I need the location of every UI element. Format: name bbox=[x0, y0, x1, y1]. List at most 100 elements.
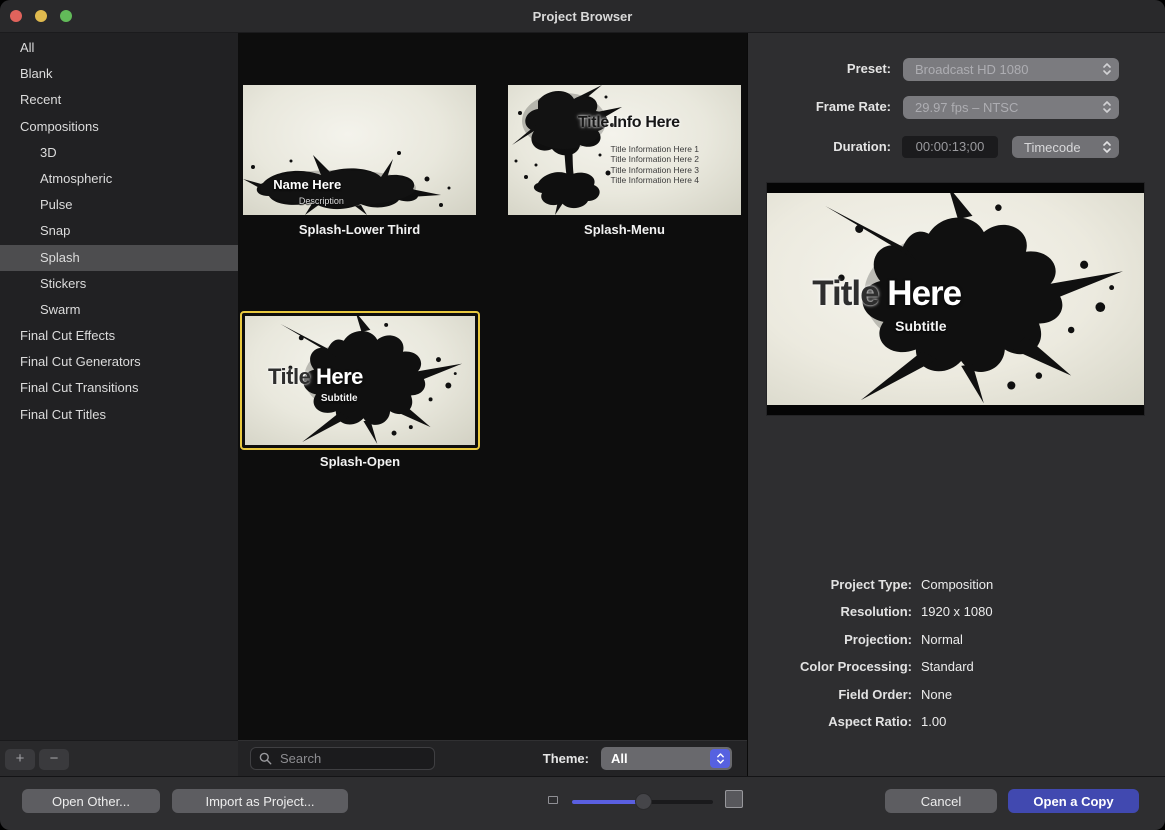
splash-open-title-text: Title Here bbox=[268, 364, 363, 390]
inspector-panel: Preset: Broadcast HD 1080 Frame Rate: 29… bbox=[747, 33, 1165, 776]
template-card-splash-lower-third[interactable]: Name Here Description bbox=[243, 85, 476, 215]
project-browser-window: Project Browser All Blank Recent Composi… bbox=[0, 0, 1165, 830]
info-row-projection: Projection: Normal bbox=[748, 626, 1165, 653]
splash-open-title-word1: Title bbox=[268, 364, 310, 389]
sidebar-item-all[interactable]: All bbox=[0, 35, 238, 61]
sidebar-item-final-cut-titles[interactable]: Final Cut Titles bbox=[0, 402, 238, 428]
info-label: Resolution: bbox=[748, 598, 912, 625]
info-label: Aspect Ratio: bbox=[748, 708, 912, 735]
cancel-button[interactable]: Cancel bbox=[885, 789, 997, 813]
sidebar-item-3d[interactable]: 3D bbox=[0, 140, 238, 166]
theme-selected-value: All bbox=[611, 751, 628, 766]
remove-category-button[interactable]: − bbox=[39, 749, 69, 770]
preset-select[interactable]: Broadcast HD 1080 bbox=[903, 58, 1119, 81]
browser-footer: Theme: All bbox=[238, 740, 747, 776]
chevron-up-down-icon bbox=[1102, 62, 1112, 79]
sidebar-item-final-cut-generators[interactable]: Final Cut Generators bbox=[0, 349, 238, 375]
thumbnail-size-slider-thumb[interactable] bbox=[635, 793, 652, 810]
frame-rate-select[interactable]: 29.97 fps – NTSC bbox=[903, 96, 1119, 119]
fullscreen-window-button[interactable] bbox=[60, 10, 72, 22]
minimize-window-button[interactable] bbox=[35, 10, 47, 22]
template-grid: Name Here Description Splash-Lower Third bbox=[238, 33, 747, 776]
sidebar-item-atmospheric[interactable]: Atmospheric bbox=[0, 166, 238, 192]
duration-label: Duration: bbox=[748, 139, 891, 154]
preview-title-word2: Here bbox=[887, 274, 961, 313]
sidebar-item-recent[interactable]: Recent bbox=[0, 87, 238, 113]
info-label: Color Processing: bbox=[748, 653, 912, 680]
frame-rate-label: Frame Rate: bbox=[748, 99, 891, 114]
template-preview: Title Here Subtitle bbox=[767, 183, 1144, 415]
sidebar-item-blank[interactable]: Blank bbox=[0, 61, 238, 87]
search-field[interactable] bbox=[250, 747, 435, 770]
ink-splat-lower-third-graphic bbox=[243, 85, 476, 215]
chevron-up-down-icon bbox=[710, 749, 730, 768]
splash-menu-line-1: Title Information Here 1 bbox=[611, 144, 700, 155]
sidebar-footer: + − bbox=[0, 740, 238, 776]
small-thumbnail-size-icon bbox=[548, 796, 558, 804]
info-value: Composition bbox=[921, 571, 993, 598]
info-row-field-order: Field Order: None bbox=[748, 681, 1165, 708]
sidebar-item-final-cut-transitions[interactable]: Final Cut Transitions bbox=[0, 375, 238, 401]
splash-open-title-word2: Here bbox=[316, 364, 363, 389]
category-sidebar: All Blank Recent Compositions 3D Atmosph… bbox=[0, 33, 238, 776]
splash-lower-third-name-text: Name Here bbox=[273, 177, 341, 192]
splash-lower-third-description-text: Description bbox=[299, 196, 344, 206]
template-card-splash-menu[interactable]: Title Info Here Title Information Here 1… bbox=[508, 85, 741, 215]
preview-title-word1: Title bbox=[812, 274, 878, 313]
splash-menu-line-4: Title Information Here 4 bbox=[611, 175, 700, 186]
timecode-unit-select[interactable]: Timecode bbox=[1012, 136, 1119, 158]
info-row-aspect-ratio: Aspect Ratio: 1.00 bbox=[748, 708, 1165, 735]
template-label-splash-lower-third: Splash-Lower Third bbox=[243, 222, 476, 237]
sidebar-item-splash[interactable]: Splash bbox=[0, 245, 238, 271]
preview-image: Title Here Subtitle bbox=[767, 193, 1144, 405]
info-value: Normal bbox=[921, 626, 963, 653]
search-icon bbox=[259, 752, 272, 765]
info-value: Standard bbox=[921, 653, 974, 680]
chevron-up-down-icon bbox=[1102, 140, 1112, 157]
template-card-splash-open-selected[interactable]: Title Here Subtitle bbox=[240, 311, 480, 450]
timecode-selected-value: Timecode bbox=[1024, 140, 1081, 155]
preview-subtitle-text: Subtitle bbox=[895, 318, 946, 334]
splash-open-subtitle-text: Subtitle bbox=[321, 393, 358, 404]
thumbnail-image-splash-open: Title Here Subtitle bbox=[245, 316, 475, 445]
splash-menu-line-3: Title Information Here 3 bbox=[611, 165, 700, 176]
add-category-button[interactable]: + bbox=[5, 749, 35, 770]
letterbox-bar-bottom bbox=[767, 405, 1144, 415]
frame-rate-selected-value: 29.97 fps – NTSC bbox=[915, 100, 1018, 115]
open-other-button[interactable]: Open Other... bbox=[22, 789, 160, 813]
sidebar-item-swarm[interactable]: Swarm bbox=[0, 297, 238, 323]
preset-label: Preset: bbox=[748, 61, 891, 76]
import-as-project-button[interactable]: Import as Project... bbox=[172, 789, 348, 813]
search-input[interactable] bbox=[278, 750, 426, 767]
info-label: Field Order: bbox=[748, 681, 912, 708]
splash-menu-title-text: Title Info Here bbox=[578, 114, 680, 132]
dialog-footer: Open Other... Import as Project... Cance… bbox=[0, 776, 1165, 830]
info-row-resolution: Resolution: 1920 x 1080 bbox=[748, 598, 1165, 625]
duration-field[interactable]: 00:00:13;00 bbox=[902, 136, 998, 158]
splash-menu-lines-text: Title Information Here 1 Title Informati… bbox=[611, 144, 700, 186]
theme-label: Theme: bbox=[543, 741, 589, 777]
close-window-button[interactable] bbox=[10, 10, 22, 22]
preset-selected-value: Broadcast HD 1080 bbox=[915, 62, 1028, 77]
info-label: Projection: bbox=[748, 626, 912, 653]
traffic-lights bbox=[10, 10, 72, 22]
sidebar-item-pulse[interactable]: Pulse bbox=[0, 192, 238, 218]
letterbox-bar-top bbox=[767, 183, 1144, 193]
open-a-copy-button[interactable]: Open a Copy bbox=[1008, 789, 1139, 813]
info-value: 1920 x 1080 bbox=[921, 598, 993, 625]
template-label-splash-open: Splash-Open bbox=[240, 454, 480, 469]
sidebar-item-final-cut-effects[interactable]: Final Cut Effects bbox=[0, 323, 238, 349]
template-label-splash-menu: Splash-Menu bbox=[508, 222, 741, 237]
sidebar-item-snap[interactable]: Snap bbox=[0, 218, 238, 244]
info-value: None bbox=[921, 681, 952, 708]
theme-select[interactable]: All bbox=[601, 747, 732, 770]
chevron-up-down-icon bbox=[1102, 100, 1112, 117]
info-value: 1.00 bbox=[921, 708, 946, 735]
preview-title-text: Title Here bbox=[812, 274, 961, 314]
window-title: Project Browser bbox=[0, 0, 1165, 33]
sidebar-item-stickers[interactable]: Stickers bbox=[0, 271, 238, 297]
large-thumbnail-size-icon bbox=[725, 790, 743, 808]
titlebar: Project Browser bbox=[0, 0, 1165, 33]
sidebar-item-compositions[interactable]: Compositions bbox=[0, 114, 238, 140]
info-row-color-processing: Color Processing: Standard bbox=[748, 653, 1165, 680]
